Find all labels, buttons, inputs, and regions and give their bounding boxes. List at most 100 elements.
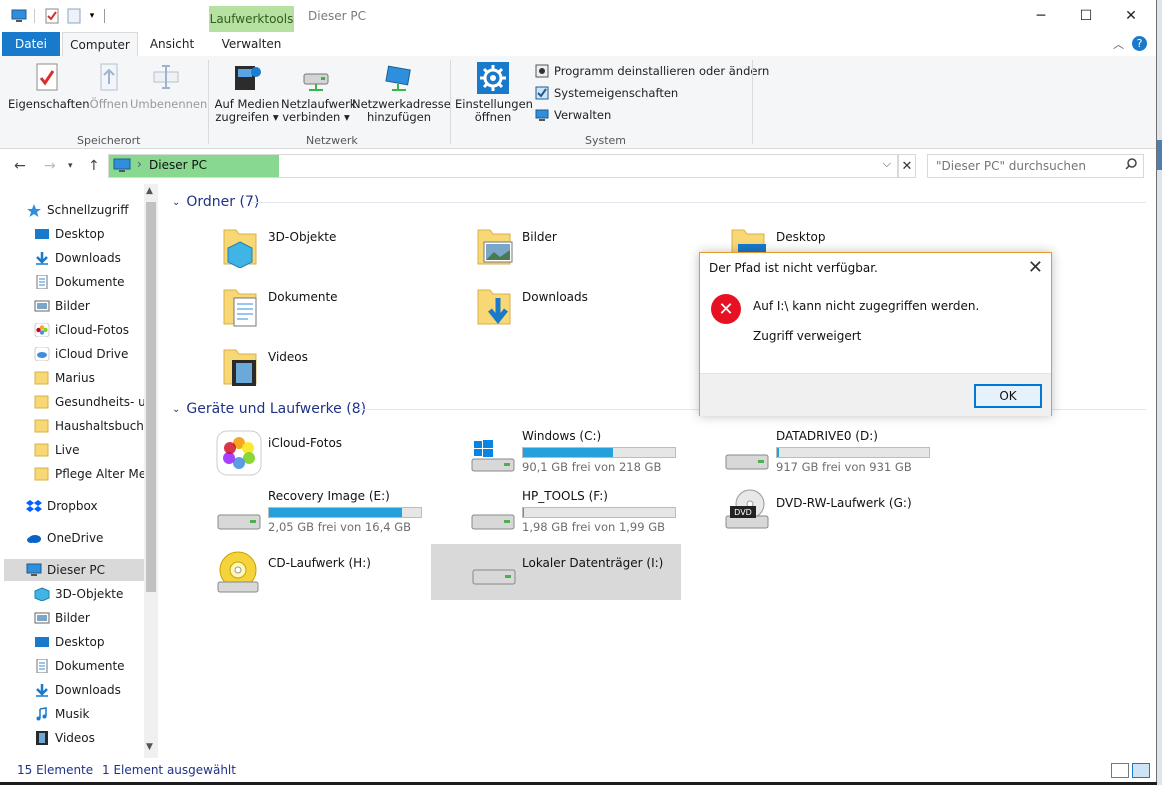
drive-usage-bar	[776, 447, 930, 458]
sidebar-item-videos[interactable]: Videos	[34, 727, 95, 749]
drive-usage-bar	[522, 507, 676, 518]
sidebar-item-pflege[interactable]: Pflege Alter Mer	[34, 463, 144, 485]
clear-address-button[interactable]: ✕	[898, 154, 916, 178]
folder-label: 3D-Objekte	[268, 230, 337, 244]
search-icon[interactable]	[1125, 158, 1137, 173]
group-netzwerk-label: Netzwerk	[306, 134, 358, 147]
programm-deinstallieren-button[interactable]: Programm deinstallieren oder ändern	[535, 62, 769, 80]
sidebar-item-schnellzugriff[interactable]: Schnellzugriff	[26, 199, 129, 221]
ok-button[interactable]: OK	[974, 384, 1042, 408]
details-view-icon[interactable]	[1111, 763, 1129, 778]
minimize-button[interactable]: ─	[1018, 0, 1064, 32]
folder-3d-objekte[interactable]: 3D-Objekte	[220, 224, 336, 274]
sidebar-item-downloads[interactable]: Downloads 📌	[34, 247, 144, 269]
tab-computer[interactable]: Computer	[62, 32, 138, 57]
verwalten-button[interactable]: Verwalten	[535, 106, 611, 124]
address-bar[interactable]: › Dieser PC ⌵	[108, 154, 898, 178]
maximize-button[interactable]: ☐	[1063, 0, 1109, 32]
sidebar-item-icloud-fotos[interactable]: iCloud-Fotos 📌	[34, 319, 144, 341]
sidebar-item-downloads-pc[interactable]: Downloads	[34, 679, 121, 701]
customize-quick-access-icon[interactable]: ▾	[86, 8, 98, 24]
drive-icloud-fotos[interactable]: iCloud-Fotos	[216, 430, 466, 492]
sidebar-item-musik[interactable]: Musik	[34, 703, 90, 725]
netzlaufwerk-verbinden-button[interactable]: Netzlaufwerk verbinden ▾	[281, 62, 356, 124]
sidebar-item-label: Haushaltsbuch	[55, 419, 144, 433]
scroll-down-arrow-icon[interactable]: ▼	[146, 742, 153, 752]
properties-icon[interactable]	[44, 8, 60, 24]
drive-dvd-rw-g[interactable]: DVD DVD-RW-Laufwerk (G:)	[724, 489, 974, 552]
search-input[interactable]	[934, 155, 1118, 177]
tab-ansicht[interactable]: Ansicht	[140, 32, 204, 56]
sidebar-item-label: Dokumente	[55, 275, 125, 289]
eigenschaften-button[interactable]: Eigenschaften	[8, 62, 90, 111]
sidebar-item-label: Live	[55, 443, 80, 457]
help-icon[interactable]: ?	[1132, 36, 1147, 51]
folder-dokumente[interactable]: Dokumente	[220, 284, 338, 334]
dialog-close-icon[interactable]: ✕	[1028, 257, 1043, 278]
star-icon	[26, 203, 42, 217]
up-arrow-icon[interactable]: ↑	[88, 158, 100, 174]
section-ordner[interactable]: ⌄ Ordner (7)	[172, 194, 259, 210]
tab-verwalten[interactable]: Verwalten	[209, 32, 294, 56]
icloud-drive-icon	[34, 346, 50, 362]
sidebar-item-onedrive[interactable]: OneDrive	[26, 527, 103, 549]
close-button[interactable]: ✕	[1108, 0, 1154, 32]
sidebar-item-bilder-pc[interactable]: Bilder	[34, 607, 90, 629]
new-folder-icon[interactable]	[66, 8, 82, 24]
sidebar-item-dokumente-pc[interactable]: Dokumente	[34, 655, 125, 677]
breadcrumb-dieser-pc[interactable]: Dieser PC	[149, 158, 207, 172]
recent-locations-icon[interactable]: ▾	[68, 161, 73, 171]
systemeigenschaften-button[interactable]: Systemeigenschaften	[535, 84, 678, 102]
group-system-label: System	[585, 134, 627, 147]
forward-arrow-icon[interactable]: →	[44, 158, 56, 174]
collapse-ribbon-icon[interactable]: ︿	[1113, 36, 1124, 52]
dialog-detail: Zugriff verweigert	[753, 329, 862, 343]
sidebar-item-haushaltsbuch[interactable]: Haushaltsbuch	[34, 415, 144, 437]
drive-recovery-image-e[interactable]: Recovery Image (E:) 2,05 GB frei von 16,…	[216, 489, 466, 545]
desktop-icon	[34, 227, 50, 241]
sidebar-scrollbar[interactable]: ▲ ▼	[144, 184, 158, 758]
sidebar-item-label: Dokumente	[55, 659, 125, 673]
scroll-up-arrow-icon[interactable]: ▲	[146, 186, 153, 196]
sidebar-item-desktop-pc[interactable]: Desktop	[34, 631, 105, 653]
drive-lokaler-datentraeger-i[interactable]: Lokaler Datenträger (I:)	[431, 544, 681, 600]
sidebar-item-dropbox[interactable]: Dropbox	[26, 495, 98, 517]
sidebar-item-live[interactable]: Live	[34, 439, 144, 461]
sidebar-item-bilder[interactable]: Bilder 📌	[34, 295, 144, 317]
drive-windows-c[interactable]: Windows (C:) 90,1 GB frei von 218 GB	[470, 429, 720, 485]
network-location-icon	[384, 62, 414, 94]
breadcrumb-chevron-icon[interactable]: ›	[137, 157, 142, 171]
folder-bilder[interactable]: Bilder	[474, 224, 557, 274]
address-dropdown-icon[interactable]: ⌵	[883, 157, 891, 171]
einstellungen-oeffnen-button[interactable]: Einstellungen öffnen	[455, 62, 533, 124]
title-bar: ▾ Laufwerktools Dieser PC ─ ☐ ✕	[0, 0, 1156, 32]
auf-medien-zugreifen-button[interactable]: Auf Medien zugreifen ▾	[214, 62, 280, 124]
chevron-down-icon: ⌄	[172, 196, 181, 208]
oeffnen-button[interactable]: Öffnen	[88, 62, 130, 111]
sidebar-item-3d-objekte[interactable]: 3D-Objekte	[34, 583, 123, 605]
scrollbar-thumb[interactable]	[146, 202, 156, 592]
sidebar-item-marius[interactable]: Marius 📌	[34, 367, 144, 389]
section-geraete-laufwerke[interactable]: ⌄ Geräte und Laufwerke (8)	[172, 401, 366, 417]
download-arrow-icon	[34, 251, 50, 265]
large-icons-view-icon[interactable]	[1132, 763, 1150, 778]
sidebar-item-icloud-drive[interactable]: iCloud Drive 📌	[34, 343, 144, 365]
music-note-icon	[34, 707, 50, 721]
umbenennen-button[interactable]: Umbenennen	[130, 62, 207, 111]
sidebar-item-dieser-pc[interactable]: Dieser PC	[4, 559, 144, 581]
drive-datadrive0-d[interactable]: DATADRIVE0 (D:) 917 GB frei von 931 GB	[724, 429, 974, 485]
sidebar-item-gesundheits[interactable]: Gesundheits- un	[34, 391, 144, 413]
folder-downloads[interactable]: Downloads	[474, 284, 588, 334]
folder-videos[interactable]: Videos	[220, 344, 308, 394]
computer-icon[interactable]	[10, 8, 28, 24]
sidebar-item-desktop[interactable]: Desktop 📌	[34, 223, 144, 245]
search-box[interactable]	[927, 154, 1144, 178]
drive-cd-h[interactable]: CD-Laufwerk (H:)	[216, 551, 466, 612]
netzwerkadresse-hinzufuegen-button[interactable]: Netzwerkadresse hinzufügen	[352, 62, 451, 124]
tab-datei[interactable]: Datei	[2, 32, 60, 56]
folder-icon	[34, 371, 50, 385]
back-arrow-icon[interactable]: ←	[14, 158, 26, 174]
sidebar-item-dokumente[interactable]: Dokumente 📌	[34, 271, 144, 293]
drive-hp-tools-f[interactable]: HP_TOOLS (F:) 1,98 GB frei von 1,99 GB	[470, 489, 720, 545]
folder-icon	[34, 467, 50, 481]
